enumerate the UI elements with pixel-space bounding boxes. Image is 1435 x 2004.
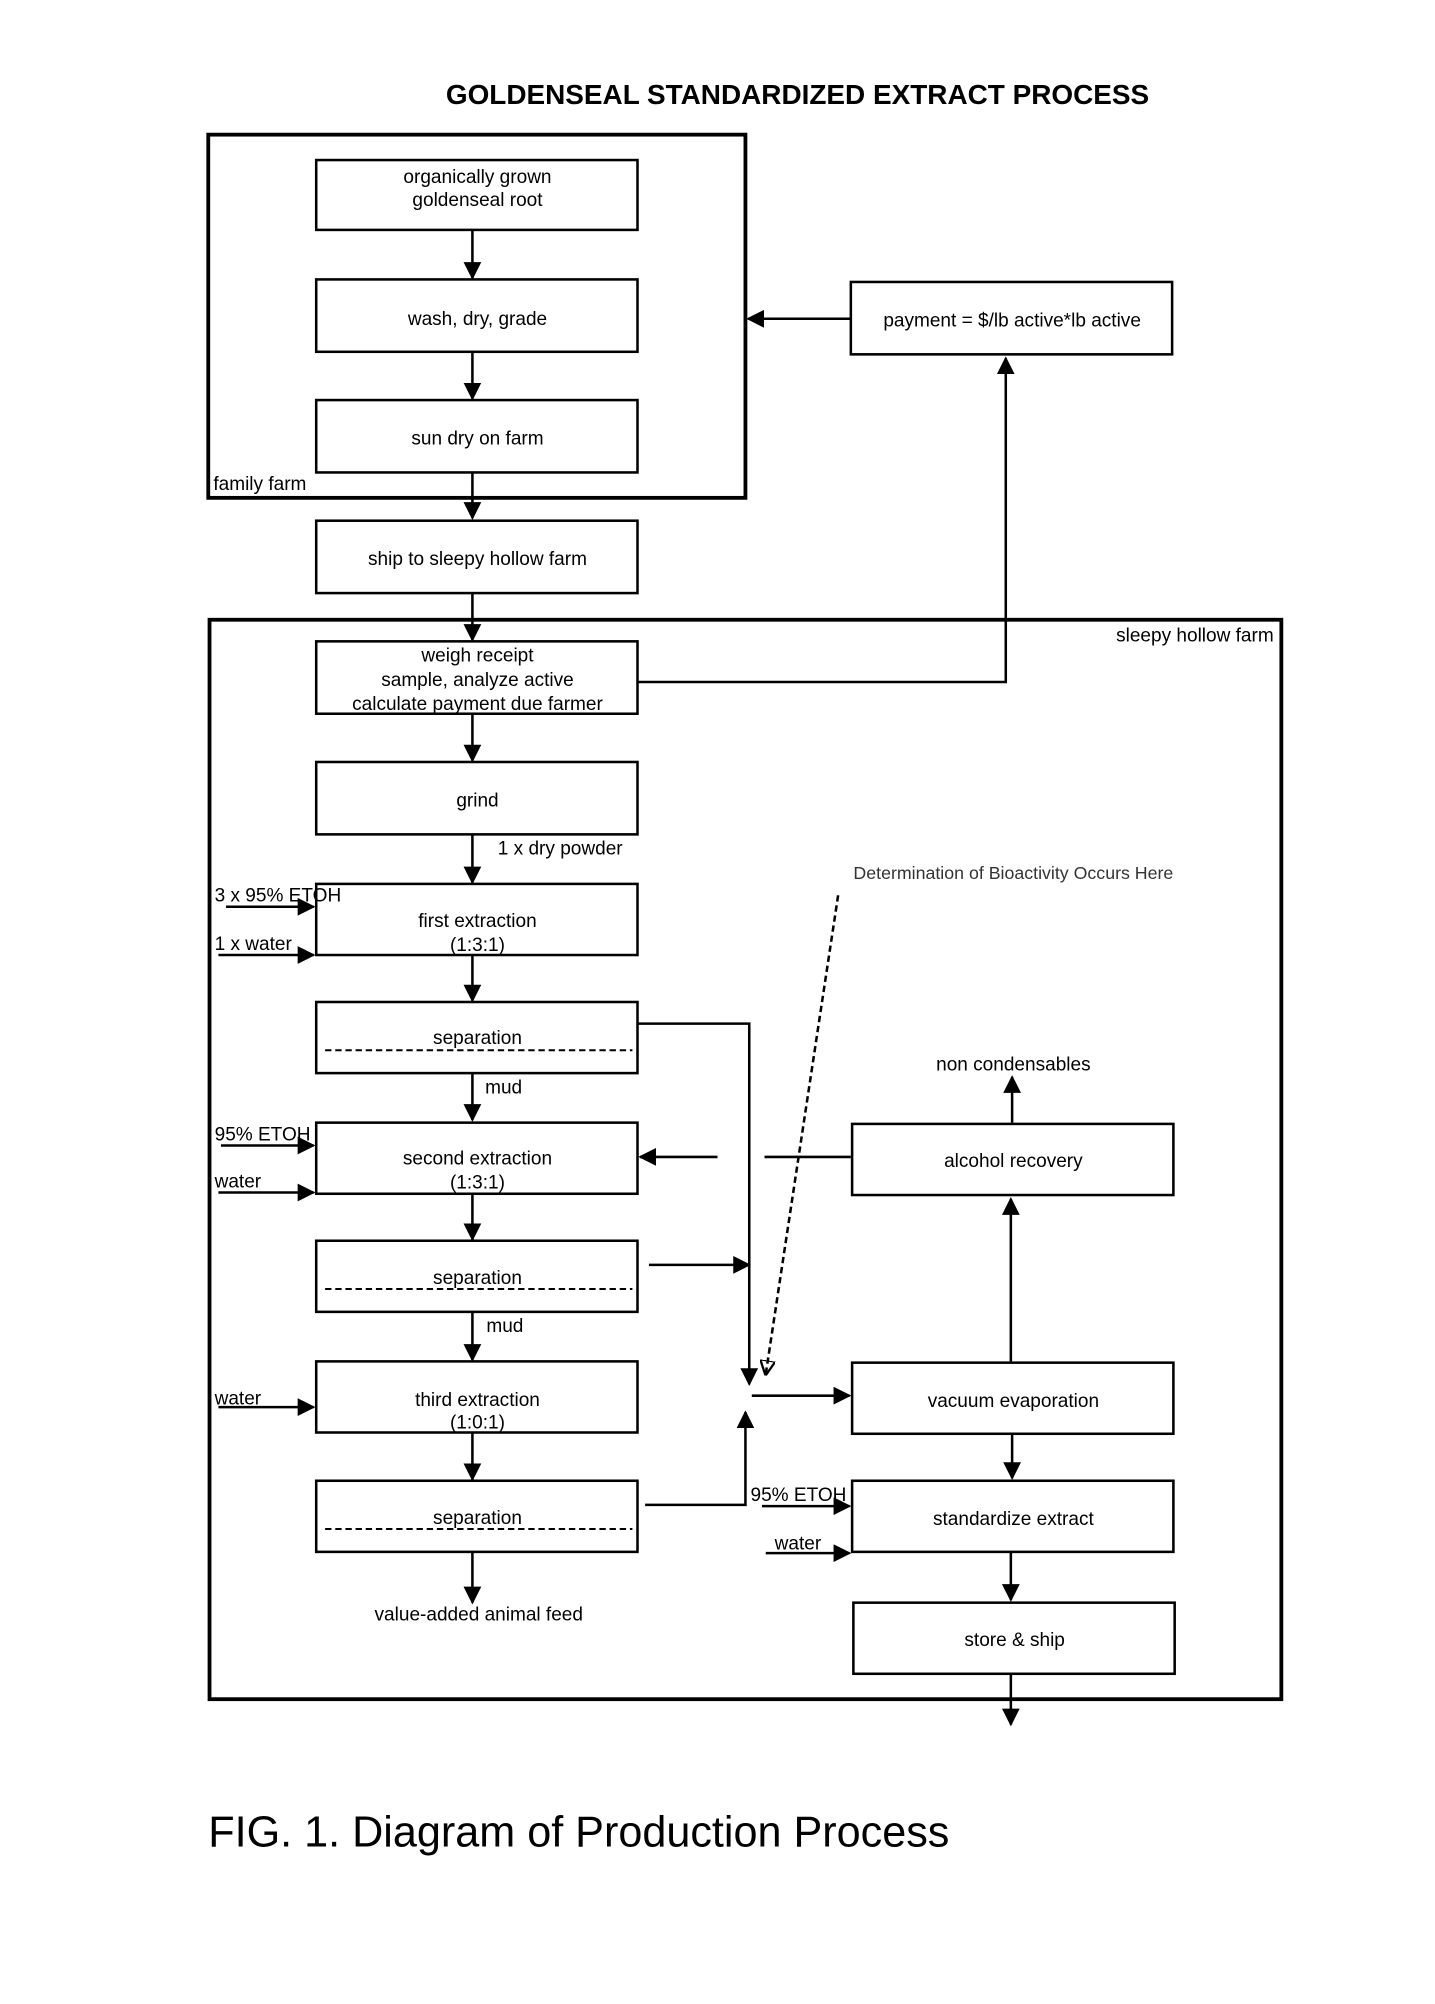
water-2-label: water (214, 1171, 262, 1192)
box-third-extraction: third extraction (1:0:1) (314, 1360, 639, 1434)
animal-feed-label: value-added animal feed (375, 1604, 583, 1625)
svg-text:goldenseal root: goldenseal root (412, 190, 543, 211)
process-diagram: GOLDENSEAL STANDARDIZED EXTRACT PROCESS … (206, 79, 1284, 1856)
arrow-sep1-to-merge (637, 1022, 759, 1387)
etoh-2-label: 95% ETOH (215, 1124, 311, 1145)
svg-text:(1:0:1): (1:0:1) (450, 1413, 505, 1434)
svg-text:third extraction: third extraction (415, 1390, 540, 1411)
arrow-sep3-to-merge (645, 1410, 755, 1507)
box-organic-root: organically grown goldenseal root (314, 158, 639, 232)
dashed-arrow-bioactivity (766, 895, 840, 1374)
box-ship: ship to sleepy hollow farm (314, 519, 639, 595)
dry-powder-label: 1 x dry powder (498, 839, 623, 860)
diagram-title: GOLDENSEAL STANDARDIZED EXTRACT PROCESS (446, 79, 1149, 110)
etoh-std-label: 95% ETOH (751, 1485, 847, 1506)
water-std-label: water (774, 1533, 822, 1554)
svg-text:store & ship: store & ship (964, 1630, 1065, 1651)
box-first-extraction: first extraction (1:3:1) (314, 882, 639, 957)
svg-text:grind: grind (456, 790, 498, 811)
svg-text:separation: separation (433, 1028, 522, 1049)
svg-text:ship to sleepy hollow farm: ship to sleepy hollow farm (368, 549, 587, 570)
box-grind: grind (314, 760, 639, 836)
box-separation-2: separation (314, 1239, 639, 1314)
svg-text:sun dry on farm: sun dry on farm (411, 429, 543, 450)
box-store-ship: store & ship (852, 1601, 1176, 1676)
bioactivity-note: Determination of Bioactivity Occurs Here (853, 863, 1173, 883)
arrow-weigh-to-payment (637, 356, 1015, 684)
etoh-3x-label: 3 x 95% ETOH (215, 886, 342, 907)
box-standardize-extract: standardize extract (850, 1479, 1175, 1554)
family-farm-label: family farm (213, 474, 306, 495)
svg-text:wash, dry, grade: wash, dry, grade (407, 309, 547, 330)
svg-text:calculate payment due farmer: calculate payment due farmer (352, 694, 603, 715)
box-wash-dry-grade: wash, dry, grade (314, 278, 639, 354)
water-1x-label: 1 x water (215, 934, 293, 955)
svg-text:vacuum evaporation: vacuum evaporation (928, 1391, 1099, 1412)
svg-text:weigh receipt: weigh receipt (420, 646, 534, 667)
svg-text:(1:3:1): (1:3:1) (450, 1173, 505, 1194)
box-separation-3: separation (314, 1479, 639, 1554)
box-separation-1: separation (314, 1000, 639, 1075)
svg-text:payment = $/lb active*lb activ: payment = $/lb active*lb active (883, 310, 1141, 331)
figure-caption: FIG. 1. Diagram of Production Process (208, 1808, 949, 1856)
box-alcohol-recovery: alcohol recovery (850, 1122, 1175, 1197)
svg-text:alcohol recovery: alcohol recovery (944, 1151, 1083, 1172)
non-condensables-label: non condensables (936, 1055, 1091, 1076)
svg-text:sample, analyze active: sample, analyze active (381, 670, 574, 691)
svg-text:second extraction: second extraction (403, 1149, 552, 1170)
svg-text:standardize extract: standardize extract (933, 1509, 1095, 1530)
box-second-extraction: second extraction (1:3:1) (314, 1121, 639, 1196)
svg-text:separation: separation (433, 1268, 522, 1289)
box-sun-dry: sun dry on farm (314, 398, 639, 474)
svg-text:first extraction: first extraction (418, 911, 536, 932)
box-payment: payment = $/lb active*lb active (849, 280, 1174, 356)
box-weigh-receipt: weigh receipt sample, analyze active cal… (314, 640, 639, 716)
mud-label-1: mud (485, 1077, 522, 1098)
mud-label-2: mud (486, 1316, 523, 1337)
svg-text:(1:3:1): (1:3:1) (450, 935, 505, 956)
svg-text:separation: separation (433, 1508, 522, 1529)
sleepy-hollow-farm-label: sleepy hollow farm (1116, 625, 1274, 646)
box-vacuum-evaporation: vacuum evaporation (850, 1361, 1175, 1436)
svg-text:organically grown: organically grown (403, 167, 551, 188)
